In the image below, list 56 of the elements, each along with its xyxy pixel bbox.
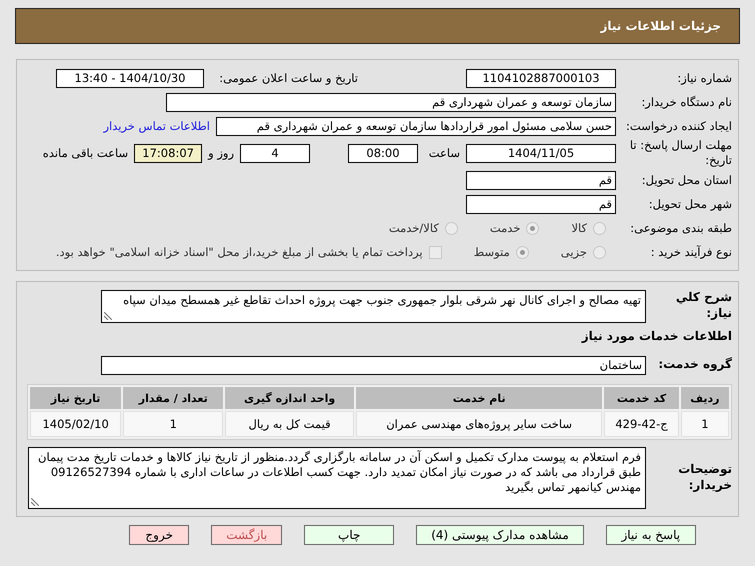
column-header: ردیف [680,387,729,409]
table-cell: 1 [680,411,729,437]
table-cell: قیمت کل به ریال [225,411,354,437]
table-cell: 1 [123,411,224,437]
column-header: تعداد / مقدار [123,387,224,409]
days-field: 4 [240,144,310,162]
announce-date-field: 1404/10/30 - 13:40 [56,68,204,88]
need-number-field: 1104102887000103 [466,68,616,88]
requester-field: حسن سلامی مسئول امور قراردادها سازمان توسعه و عمران شهرداری قم [216,116,616,136]
province-field: قم [466,170,616,190]
time-label: ساعت [428,146,460,160]
column-header: تاریخ نیاز [30,387,122,409]
field-label: ایجاد کننده درخواست: [625,118,732,134]
radio-label: خدمت [490,221,520,235]
service-group-field: ساختمان [101,356,646,374]
table-cell: 1405/02/10 [30,411,122,437]
remaining-label: ساعت باقی مانده [42,146,128,160]
column-header: کد خدمت [604,387,679,409]
field-label: گروه خدمت: [657,357,732,373]
deadline-date-field: 1404/11/05 [466,144,616,162]
checkbox-label: پرداخت تمام یا بخشی از مبلغ خرید،از محل "اسناد خزانه اسلامی" خواهد بود. [56,245,423,259]
page-header: جزئیات اطلاعات نیاز [15,8,740,44]
resize-grip-icon [104,312,112,320]
action-button[interactable]: خروج [129,525,190,545]
field-label: نوع فرآیند خرید : [650,244,732,260]
table-cell: ج-42-429 [604,411,679,437]
action-button[interactable]: بازگشت [211,525,282,545]
field-label: شرح کلي نياز: [674,290,732,322]
buyer-field: سازمان توسعه و عمران شهرداری قم [166,92,616,112]
column-header: واحد اندازه گیری [225,387,354,409]
radio-label: جزیی [560,245,587,259]
field-label: شماره نیاز: [676,70,732,86]
field-label: مهلت ارسال پاسخ: تا تاریخ: [628,138,732,168]
field-label: تاریخ و ساعت اعلان عمومی: [218,70,358,86]
field-label: استان محل تحویل: [640,172,732,188]
field-label: شهر محل تحویل: [648,196,732,212]
action-button[interactable]: مشاهده مدارک پیوستی (4) [416,525,584,545]
remaining-time-field: 17:08:07 [134,144,202,162]
city-field: قم [466,194,616,214]
buyer-contact-link[interactable]: اطلاعات تماس خریدار [103,119,210,133]
table-cell: ساخت سایر پروژه‌های مهندسی عمران [356,411,602,437]
action-button[interactable]: چاپ [304,525,394,545]
buyer-notes-textarea[interactable]: فرم استعلام به پیوست مدارک تکمیل و اسکن آن در سامانه بارگزاری گردد.منظور از تاریخ نیاز کالاها و خدمات تاریخ مدت پیمان طبق قرارداد می باشد که در صورت نیاز امکان تمدید دارد. جهت کسب اطلاعات در ساعات اداری با شماره 09126527394 مهندس کیانمهر تماس بگیرید [28,447,646,509]
radio-label: کالا/خدمت [388,221,439,235]
radio-label: کالا [571,221,587,235]
radio-label: متوسط [474,245,510,259]
field-label: نام دستگاه خریدار: [640,94,732,110]
section-heading: اطلاعات خدمات مورد نیاز [580,329,732,345]
column-header: نام خدمت [356,387,602,409]
field-label: طبقه بندی موضوعی: [629,220,732,236]
summary-textarea[interactable]: تهیه مصالح و اجرای کانال نهر شرقی بلوار جمهوری جنوب جهت پروژه احداث تقاطع غیر همسطح میدان سپاه [101,290,646,322]
action-button[interactable]: پاسخ به نیاز [606,525,696,545]
days-label: روز و [208,146,234,160]
field-label: توضیحات خریدار: [677,462,732,494]
resize-grip-icon [31,498,39,506]
deadline-time-field: 08:00 [348,144,418,162]
